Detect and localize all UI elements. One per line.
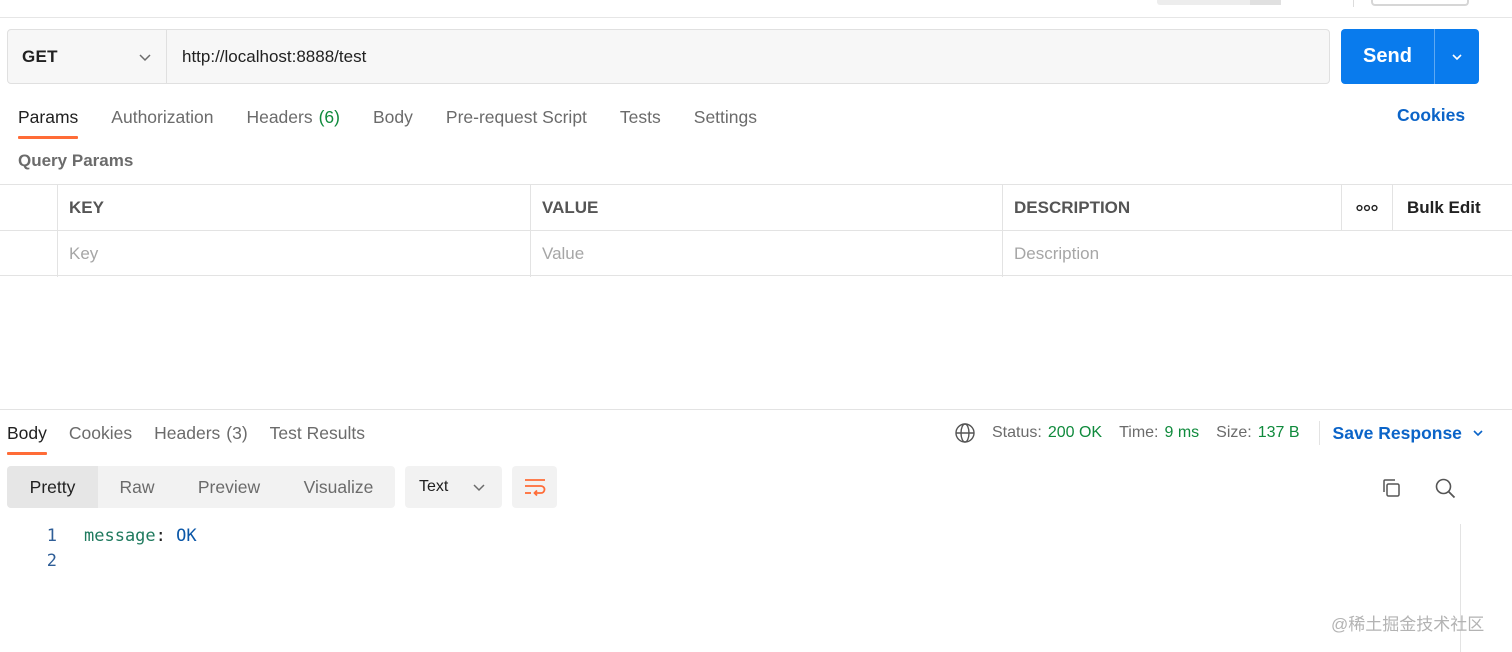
tab-label: Body <box>373 107 413 127</box>
status-value[interactable]: 200 OK <box>1048 424 1102 442</box>
view-raw-button[interactable]: Raw <box>98 466 176 508</box>
column-header-key: KEY <box>57 185 530 230</box>
size-label: Size: <box>1216 424 1252 441</box>
tab-label: Tests <box>619 107 661 127</box>
more-horizontal-icon <box>1356 204 1378 211</box>
response-tab-headers[interactable]: Headers (3) <box>154 416 248 456</box>
tab-pre-request-script[interactable]: Pre-request Script <box>446 100 587 140</box>
toolbar-fragment <box>1371 0 1469 6</box>
response-status-bar: Status: 200 OK Time: 9 ms Size: 137 B Sa… <box>954 421 1485 445</box>
status-label: Status: <box>992 424 1042 441</box>
view-pretty-button[interactable]: Pretty <box>7 466 98 508</box>
copy-button[interactable] <box>1378 475 1404 501</box>
tab-label: Headers <box>246 107 313 127</box>
tab-body[interactable]: Body <box>373 100 413 140</box>
tab-label: Cookies <box>68 423 133 443</box>
network-globe-icon[interactable] <box>954 422 976 444</box>
line-number: 1 <box>46 525 57 546</box>
chevron-down-icon <box>139 53 151 61</box>
request-url-bar: GET <box>7 29 1330 84</box>
description-cell <box>1002 231 1512 277</box>
tab-headers[interactable]: Headers (6) <box>246 100 340 140</box>
tab-label: Params <box>18 107 79 127</box>
more-options-button[interactable] <box>1341 185 1392 230</box>
top-toolbar-strip <box>0 0 1512 18</box>
status-separator <box>1318 421 1320 445</box>
table-row <box>0 231 1512 277</box>
tab-label: Pre-request Script <box>445 107 587 127</box>
tab-label: Settings <box>693 107 758 127</box>
response-tab-body[interactable]: Body <box>7 416 47 456</box>
view-visualize-button[interactable]: Visualize <box>282 466 395 508</box>
value-cell <box>530 231 1003 277</box>
save-response-button[interactable]: Save Response <box>1333 423 1485 444</box>
tab-label: Body <box>7 423 47 443</box>
code-key: message <box>84 525 156 546</box>
send-button[interactable]: Send <box>1341 29 1434 84</box>
time-label: Time: <box>1119 424 1159 441</box>
response-tabs: Body Cookies Headers (3) Test Results <box>7 416 387 456</box>
column-header-description: DESCRIPTION <box>1002 185 1341 230</box>
tab-label: Authorization <box>111 107 214 127</box>
value-input[interactable] <box>542 244 1003 264</box>
response-body-editor[interactable]: 1 message: OK 2 <box>0 523 197 573</box>
save-response-label: Save Response <box>1332 422 1462 443</box>
search-icon <box>1435 478 1456 499</box>
search-button[interactable] <box>1432 475 1458 501</box>
table-header-row: KEY VALUE DESCRIPTION Bulk Edit <box>0 185 1512 231</box>
tab-count-badge: (6) <box>318 107 340 127</box>
response-tab-test-results[interactable]: Test Results <box>270 416 365 456</box>
view-mode-group: Pretty Raw Preview Visualize <box>7 466 395 508</box>
description-input[interactable] <box>1014 244 1512 264</box>
time-value[interactable]: 9 ms <box>1164 424 1199 442</box>
method-select[interactable]: GET <box>8 30 167 83</box>
code-line: 1 message: OK <box>0 523 197 548</box>
request-tabs: Params Authorization Headers (6) Body Pre… <box>18 100 790 140</box>
bulk-edit-button[interactable]: Bulk Edit <box>1392 185 1512 230</box>
cookies-link[interactable]: Cookies <box>1397 105 1465 126</box>
toolbar-fragment <box>1250 0 1281 5</box>
wrap-lines-icon <box>524 479 545 497</box>
row-checkbox-cell <box>0 231 57 277</box>
view-preview-button[interactable]: Preview <box>176 466 282 508</box>
watermark: @稀土掘金技术社区 <box>1331 615 1485 634</box>
params-table: KEY VALUE DESCRIPTION Bulk Edit <box>0 184 1512 277</box>
key-cell <box>57 231 530 277</box>
tab-label: Test Results <box>269 423 365 443</box>
tab-label: Headers <box>154 423 221 443</box>
tab-authorization[interactable]: Authorization <box>111 100 213 140</box>
code-separator: : <box>155 525 177 546</box>
chevron-down-icon <box>1473 430 1483 437</box>
column-header-value: VALUE <box>530 185 1003 230</box>
toolbar-separator <box>1353 0 1354 7</box>
send-options-button[interactable] <box>1434 29 1479 84</box>
url-input[interactable] <box>167 30 1329 83</box>
response-tab-cookies[interactable]: Cookies <box>69 416 132 456</box>
format-label: Text <box>419 478 449 495</box>
code-value: OK <box>176 525 197 546</box>
copy-icon <box>1383 479 1400 497</box>
method-label: GET <box>22 46 58 66</box>
code-text: message: OK <box>57 526 197 546</box>
size-value[interactable]: 137 B <box>1258 424 1300 442</box>
section-title: Query Params <box>18 151 134 170</box>
tab-settings[interactable]: Settings <box>694 100 757 140</box>
chevron-down-icon <box>1452 53 1462 60</box>
tab-count-badge: (3) <box>226 423 248 443</box>
key-input[interactable] <box>69 244 530 264</box>
send-button-group: Send <box>1341 29 1479 84</box>
code-line: 2 <box>0 548 197 573</box>
wrap-lines-button[interactable] <box>512 466 557 508</box>
chevron-down-icon <box>473 484 485 492</box>
line-number: 2 <box>46 550 57 571</box>
format-select[interactable]: Text <box>405 466 502 508</box>
tab-params[interactable]: Params <box>18 100 79 140</box>
tab-tests[interactable]: Tests <box>620 100 661 140</box>
pane-divider[interactable] <box>0 409 1512 410</box>
